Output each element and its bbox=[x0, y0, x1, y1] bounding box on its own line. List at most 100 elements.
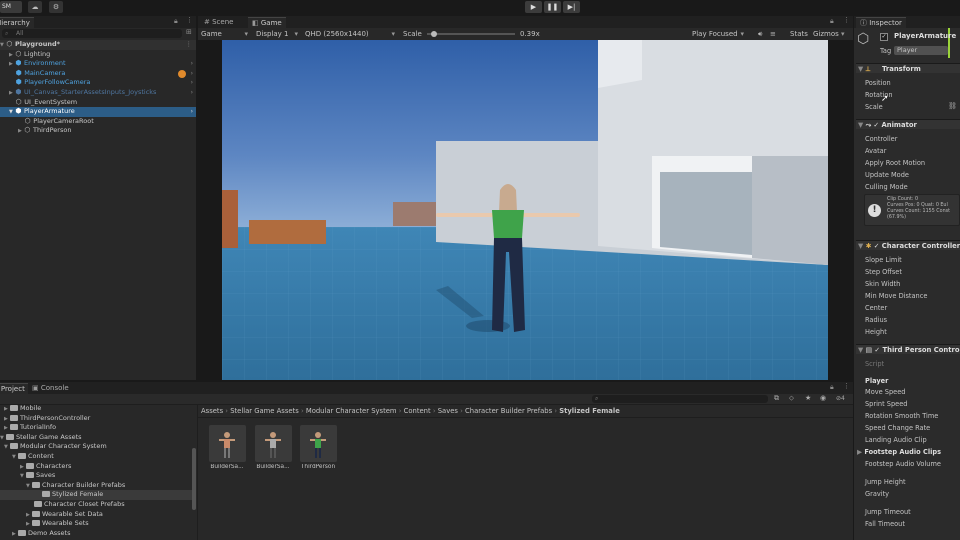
chevron-right-icon[interactable]: › bbox=[191, 59, 193, 69]
tpc-enabled-checkbox[interactable]: ✓ bbox=[874, 346, 880, 354]
hierarchy-options-icon[interactable]: ⊞ bbox=[186, 28, 192, 36]
footstep-audio-clips-foldout[interactable]: ▶ Footstep Audio Clips bbox=[857, 447, 941, 457]
project-search-input[interactable]: ⌕ bbox=[592, 395, 768, 403]
hierarchy-item-ui-canvas[interactable]: ▶ ⬢ UI_Canvas_StarterAssetsInputs_Joysti… bbox=[0, 88, 196, 98]
hierarchy-item-playercameraroot[interactable]: ⬡ PlayerCameraRoot bbox=[0, 117, 196, 127]
hierarchy-item-ui-eventsystem[interactable]: ⬡ UI_EventSystem bbox=[0, 98, 196, 108]
lock-icon[interactable]: 🔒︎ bbox=[830, 383, 834, 392]
hidden-packages-icon[interactable]: ◉ bbox=[820, 394, 826, 402]
object-name-field[interactable]: PlayerArmature bbox=[894, 32, 956, 40]
search-by-label-icon[interactable]: ⬦ bbox=[789, 394, 794, 403]
info-icon: ! bbox=[868, 204, 881, 217]
folder-icon bbox=[31, 481, 40, 488]
tab-scene[interactable]: # Scene bbox=[200, 17, 238, 28]
animator-enabled-checkbox[interactable]: ✓ bbox=[873, 121, 879, 129]
search-placeholder: All bbox=[16, 30, 24, 37]
tab-project[interactable]: ▤ Project bbox=[0, 383, 29, 394]
tree-item[interactable]: ▼ Character Builder Prefabs bbox=[0, 481, 196, 491]
play-button[interactable]: ▶ bbox=[525, 1, 542, 13]
tab-hierarchy[interactable]: Hierarchy bbox=[0, 17, 34, 28]
breadcrumb-item[interactable]: Assets bbox=[201, 407, 223, 415]
tree-item[interactable]: ▶ Wearable Set Data bbox=[0, 510, 196, 520]
scale-slider[interactable] bbox=[427, 31, 515, 37]
hierarchy-item-lighting[interactable]: ▶ ⬡ Lighting bbox=[0, 50, 196, 60]
tree-item[interactable]: ▶ Demo Assets bbox=[0, 529, 196, 539]
hierarchy-item-maincamera[interactable]: ⬢ MainCamera › bbox=[0, 69, 196, 79]
tree-item[interactable]: ▼ Modular Character System bbox=[0, 442, 196, 452]
breadcrumb-item[interactable]: Content bbox=[404, 407, 431, 415]
tree-scrollbar[interactable] bbox=[192, 448, 196, 510]
asset-thumbnail[interactable] bbox=[255, 425, 292, 462]
character-controller-header[interactable]: ▼ ✱ ✓ Character Controller bbox=[856, 240, 960, 250]
gizmos-button[interactable]: Gizmos bbox=[813, 29, 839, 39]
pause-button[interactable]: ❚❚ bbox=[544, 1, 561, 13]
hierarchy-item-thirdperson[interactable]: ▶ ⬡ ThirdPerson bbox=[0, 126, 196, 136]
transform-header[interactable]: ▼ ⟂ Transform bbox=[856, 63, 960, 73]
play-focused-dropdown[interactable]: Play Focused ▾ bbox=[692, 29, 744, 39]
search-by-type-icon[interactable]: ⧉ bbox=[774, 394, 779, 403]
animator-header[interactable]: ▼ ⤳ ✓ Animator bbox=[856, 119, 960, 129]
tag-value: Player bbox=[897, 46, 918, 54]
tab-scene-label: Scene bbox=[212, 18, 234, 26]
tab-game[interactable]: ◧ Game bbox=[248, 17, 286, 28]
link-icon[interactable]: ⛓ bbox=[948, 102, 957, 110]
gear-icon[interactable]: ⚙ bbox=[49, 1, 63, 13]
hierarchy-item-scene[interactable]: ▼ ⬡ Playground* ⋮ bbox=[0, 40, 196, 50]
tree-item[interactable]: ▶ Wearable Sets bbox=[0, 519, 196, 529]
tree-item[interactable]: ▶ Mobile bbox=[0, 404, 196, 414]
chevron-right-icon[interactable]: › bbox=[191, 69, 193, 79]
hierarchy-item-environment[interactable]: ▶ ⬢ Environment › bbox=[0, 59, 196, 69]
gizmo-options-icon[interactable]: ≡ bbox=[770, 29, 776, 39]
kebab-menu-icon[interactable]: ⋮ bbox=[843, 16, 850, 24]
breadcrumb-item[interactable]: Modular Character System bbox=[306, 407, 397, 415]
tree-item[interactable]: ▶ TutorialInfo bbox=[0, 423, 196, 433]
game-viewport[interactable] bbox=[222, 40, 828, 380]
chevron-right-icon[interactable]: › bbox=[191, 78, 193, 88]
asset-thumbnail[interactable] bbox=[209, 425, 246, 462]
stats-button[interactable]: Stats bbox=[790, 29, 808, 39]
resolution-dropdown[interactable]: QHD (2560x1440) ▾ bbox=[305, 29, 397, 39]
kebab-menu-icon[interactable]: ⋮ bbox=[843, 382, 850, 390]
tree-item[interactable]: ▼ Saves bbox=[0, 471, 196, 481]
lock-icon[interactable]: 🔒︎ bbox=[830, 17, 834, 26]
mute-audio-icon[interactable]: 🔊︎ bbox=[758, 29, 762, 39]
cloud-icon[interactable]: ☁ bbox=[28, 1, 42, 13]
asset-thumbnail[interactable] bbox=[300, 425, 337, 462]
breadcrumb-item[interactable]: Saves bbox=[438, 407, 458, 415]
chevron-right-icon[interactable]: › bbox=[191, 107, 193, 117]
hierarchy-item-playerfollowcamera[interactable]: ⬢ PlayerFollowCamera › bbox=[0, 78, 196, 88]
tag-dropdown[interactable]: Player bbox=[894, 46, 948, 55]
hierarchy-search-input[interactable]: ⌕ All bbox=[2, 29, 182, 38]
cc-enabled-checkbox[interactable]: ✓ bbox=[874, 242, 880, 250]
breadcrumb-current: Stylized Female bbox=[559, 407, 620, 415]
hierarchy-item-playerarmature[interactable]: ▼ ⬢ PlayerArmature › bbox=[0, 107, 196, 117]
tree-item[interactable]: ▶ ThirdPersonController bbox=[0, 414, 196, 424]
account-button[interactable]: SM bbox=[0, 1, 22, 13]
step-button[interactable]: ▶| bbox=[563, 1, 580, 13]
tree-item-label: Demo Assets bbox=[27, 528, 71, 537]
tree-item[interactable]: ▶ Characters bbox=[0, 462, 196, 472]
game-mode-dropdown[interactable]: Game ▾ bbox=[200, 29, 250, 39]
scale-slider-thumb[interactable] bbox=[431, 31, 438, 37]
favorite-icon[interactable]: ★ bbox=[805, 394, 811, 402]
chevron-right-icon[interactable]: › bbox=[191, 88, 193, 98]
pink-block bbox=[393, 202, 439, 226]
active-checkbox[interactable]: ✓ bbox=[880, 33, 888, 41]
tab-inspector[interactable]: ⓘ Inspector bbox=[856, 17, 906, 28]
kebab-menu-icon[interactable]: ⋮ bbox=[186, 40, 193, 50]
kebab-menu-icon[interactable]: ⋮ bbox=[186, 16, 193, 24]
display-dropdown[interactable]: Display 1 ▾ bbox=[256, 29, 300, 39]
lock-icon[interactable]: 🔒︎ bbox=[174, 17, 178, 26]
tree-item[interactable]: ▼ Stellar Game Assets bbox=[0, 433, 196, 443]
tab-project-label: Project bbox=[0, 385, 25, 393]
chevron-down-icon[interactable]: ▾ bbox=[841, 29, 845, 39]
inspector-tabbar: ⓘ Inspector bbox=[854, 16, 960, 28]
tab-console[interactable]: ▣ Console bbox=[28, 383, 73, 394]
scene-icon: ⬡ bbox=[6, 40, 13, 48]
breadcrumb-item[interactable]: Character Builder Prefabs bbox=[465, 407, 552, 415]
breadcrumb-item[interactable]: Stellar Game Assets bbox=[230, 407, 299, 415]
tree-item[interactable]: Character Closet Prefabs bbox=[0, 500, 196, 510]
tree-item[interactable]: ▼ Content bbox=[0, 452, 196, 462]
third-person-controller-header[interactable]: ▼ ▤ ✓ Third Person Controller bbox=[856, 344, 960, 354]
tree-item-selected[interactable]: Stylized Female bbox=[0, 490, 196, 500]
